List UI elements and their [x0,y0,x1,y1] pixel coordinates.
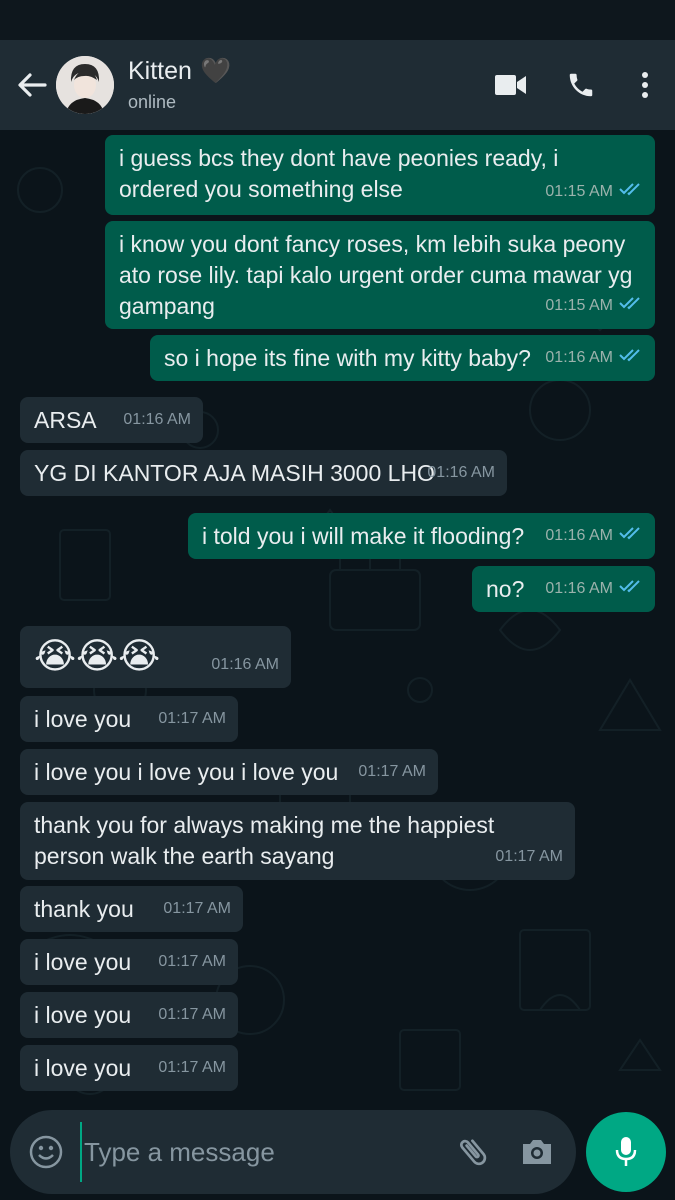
message-time: 01:17 AM [163,900,231,917]
message-text: thank you for always making me the happi… [34,812,495,869]
incoming-message-bubble[interactable]: ARSA 01:16 AM [20,397,203,443]
message-meta: 01:16 AM [211,649,279,680]
outgoing-message-bubble[interactable]: so i hope its fine with my kitty baby? 01… [150,335,655,381]
outgoing-message-bubble[interactable]: i told you i will make it flooding? 01:16… [188,513,655,559]
chat-header: Kitten 🖤 online [0,40,675,130]
message-time: 01:16 AM [545,527,613,544]
incoming-message-bubble[interactable]: thank you 01:17 AM [20,886,243,932]
microphone-icon [615,1137,637,1166]
contact-info[interactable]: Kitten 🖤 online [128,57,485,113]
message-time: 01:16 AM [427,464,495,481]
incoming-message-bubble[interactable]: thank you for always making me the happi… [20,802,575,880]
incoming-message-bubble[interactable]: 😭😭😭 01:16 AM [20,626,291,688]
message-meta: 01:15 AM [545,176,643,207]
message-meta: 01:16 AM [545,342,643,373]
message-meta: 01:15 AM [545,290,643,321]
message-meta: 01:17 AM [163,893,231,924]
camera-icon[interactable] [514,1129,560,1175]
double-check-read-icon [619,342,643,373]
more-options-icon[interactable] [625,59,665,111]
double-check-read-icon [619,176,643,207]
message-time: 01:17 AM [495,848,563,865]
status-bar [0,0,675,40]
double-check-read-icon [619,573,643,604]
black-heart-emoji: 🖤 [199,57,232,85]
message-time: 01:17 AM [158,953,226,970]
paperclip-icon[interactable] [450,1129,496,1175]
message-meta: 01:17 AM [158,999,226,1030]
message-meta: 01:16 AM [545,573,643,604]
chat-area[interactable]: i guess bcs they dont have peonies ready… [0,130,675,1110]
back-arrow-icon[interactable] [10,63,54,107]
incoming-message-bubble[interactable]: i love you 01:17 AM [20,939,238,985]
message-input[interactable] [80,1122,450,1182]
incoming-message-bubble[interactable]: i love you i love you i love you 01:17 AM [20,749,438,795]
incoming-message-bubble[interactable]: i love you 01:17 AM [20,696,238,742]
message-meta: 01:17 AM [495,841,563,872]
contact-name-text: Kitten [128,57,192,85]
contact-status: online [128,92,177,112]
message-meta: 01:16 AM [427,457,495,488]
message-meta: 01:17 AM [158,946,226,977]
message-time: 01:15 AM [545,183,613,200]
incoming-message-bubble[interactable]: i love you 01:17 AM [20,992,238,1038]
message-text: YG DI KANTOR AJA MASIH 3000 LHO [34,460,435,486]
message-time: 01:16 AM [123,411,191,428]
avatar[interactable] [56,56,114,114]
message-meta: 01:16 AM [545,520,643,551]
emoji-icon[interactable] [26,1132,66,1172]
double-check-read-icon [619,520,643,551]
message-time: 01:16 AM [545,349,613,366]
message-meta: 01:17 AM [358,756,426,787]
message-time: 01:17 AM [358,763,426,780]
contact-name: Kitten 🖤 [128,57,485,86]
message-meta: 01:17 AM [158,703,226,734]
message-meta: 01:16 AM [123,404,191,435]
message-time: 01:17 AM [158,710,226,727]
incoming-message-bubble[interactable]: YG DI KANTOR AJA MASIH 3000 LHO 01:16 AM [20,450,507,496]
video-call-icon[interactable] [485,59,537,111]
microphone-button[interactable] [586,1112,666,1192]
double-check-read-icon [619,290,643,321]
message-time: 01:16 AM [545,580,613,597]
message-time: 01:17 AM [158,1006,226,1023]
incoming-message-bubble[interactable]: i love you 01:17 AM [20,1045,238,1091]
message-composer [10,1110,576,1194]
outgoing-message-bubble[interactable]: i know you dont fancy roses, km lebih su… [105,221,655,329]
outgoing-message-bubble[interactable]: i guess bcs they dont have peonies ready… [105,135,655,215]
outgoing-message-bubble[interactable]: no? 01:16 AM [472,566,655,612]
message-meta: 01:17 AM [158,1052,226,1083]
message-time: 01:17 AM [158,1059,226,1076]
message-time: 01:15 AM [545,297,613,314]
message-time: 01:16 AM [211,656,279,673]
voice-call-icon[interactable] [555,59,607,111]
